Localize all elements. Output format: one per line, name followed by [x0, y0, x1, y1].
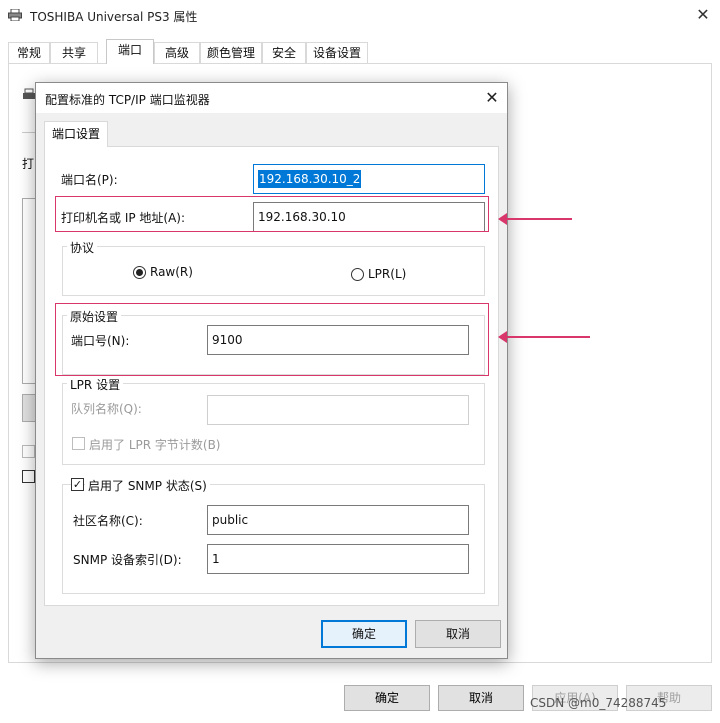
queue-name-input[interactable] [207, 395, 469, 425]
tab-ports[interactable]: 端口 [106, 39, 154, 64]
tab-general[interactable]: 常规 [8, 42, 50, 64]
parent-checkbox[interactable] [22, 445, 35, 458]
protocol-group-title: 协议 [67, 239, 98, 256]
tcpip-port-dialog: 配置标准的 TCP/IP 端口监视器 ✕ 端口设置 端口名(P): 192.16… [35, 82, 508, 659]
tab-sharing[interactable]: 共享 [50, 42, 98, 64]
tab-security[interactable]: 安全 [262, 42, 306, 64]
queue-name-label: 队列名称(Q): [71, 402, 142, 416]
annotation-arrow-ip [498, 213, 572, 225]
parent-titlebar: TOSHIBA Universal PS3 属性 ✕ [0, 0, 720, 32]
port-name-label: 端口名(P): [61, 173, 118, 187]
dialog-cancel-button[interactable]: 取消 [415, 620, 501, 648]
snmp-group [62, 484, 485, 594]
annotation-arrow-port [498, 331, 590, 343]
dialog-title: 配置标准的 TCP/IP 端口监视器 [45, 93, 210, 107]
community-name-input[interactable]: public [207, 505, 469, 535]
snmp-checkbox[interactable]: ✓ [71, 478, 84, 491]
parent-checkbox-2[interactable] [22, 470, 35, 483]
parent-side-button[interactable] [22, 394, 36, 422]
parent-partial-label: 打 [22, 157, 35, 171]
lpr-byte-count-checkbox[interactable] [72, 437, 85, 450]
tab-device-settings[interactable]: 设备设置 [306, 42, 368, 64]
raw-radio[interactable] [133, 266, 146, 279]
watermark: CSDN @m0_74288745 [530, 696, 667, 710]
lpr-radio-label: LPR(L) [368, 267, 407, 281]
parent-window-title: TOSHIBA Universal PS3 属性 [30, 10, 198, 24]
port-name-input[interactable]: 192.168.30.10_2 [253, 164, 485, 194]
parent-cancel-button[interactable]: 取消 [438, 685, 524, 711]
port-settings-panel: 端口名(P): 192.168.30.10_2 打印机名或 IP 地址(A): … [44, 146, 499, 606]
snmp-index-label: SNMP 设备索引(D): [73, 553, 182, 567]
dialog-titlebar: 配置标准的 TCP/IP 端口监视器 ✕ [36, 83, 507, 113]
community-name-label: 社区名称(C): [73, 514, 143, 528]
snmp-index-input[interactable]: 1 [207, 544, 469, 574]
printer-small-icon [23, 88, 35, 99]
highlight-raw-settings [55, 303, 489, 376]
dialog-ok-button[interactable]: 确定 [321, 620, 407, 648]
lpr-byte-count-label: 启用了 LPR 字节计数(B) [89, 438, 221, 452]
snmp-checkbox-label: 启用了 SNMP 状态(S) [85, 477, 210, 494]
tab-port-settings[interactable]: 端口设置 [44, 121, 108, 147]
parent-ok-button[interactable]: 确定 [344, 685, 430, 711]
printer-icon [8, 9, 22, 21]
highlight-printer-ip [55, 196, 489, 232]
port-list[interactable] [22, 198, 36, 384]
tab-advanced[interactable]: 高级 [154, 42, 200, 64]
tab-color-management[interactable]: 颜色管理 [200, 42, 262, 64]
dialog-close-icon[interactable]: ✕ [480, 86, 504, 110]
raw-radio-label: Raw(R) [150, 265, 193, 279]
divider [22, 132, 36, 133]
protocol-group [62, 246, 485, 296]
lpr-radio[interactable] [351, 268, 364, 281]
parent-close-icon[interactable]: ✕ [692, 4, 714, 26]
lpr-settings-group-title: LPR 设置 [67, 376, 124, 393]
port-name-value: 192.168.30.10_2 [258, 170, 362, 188]
